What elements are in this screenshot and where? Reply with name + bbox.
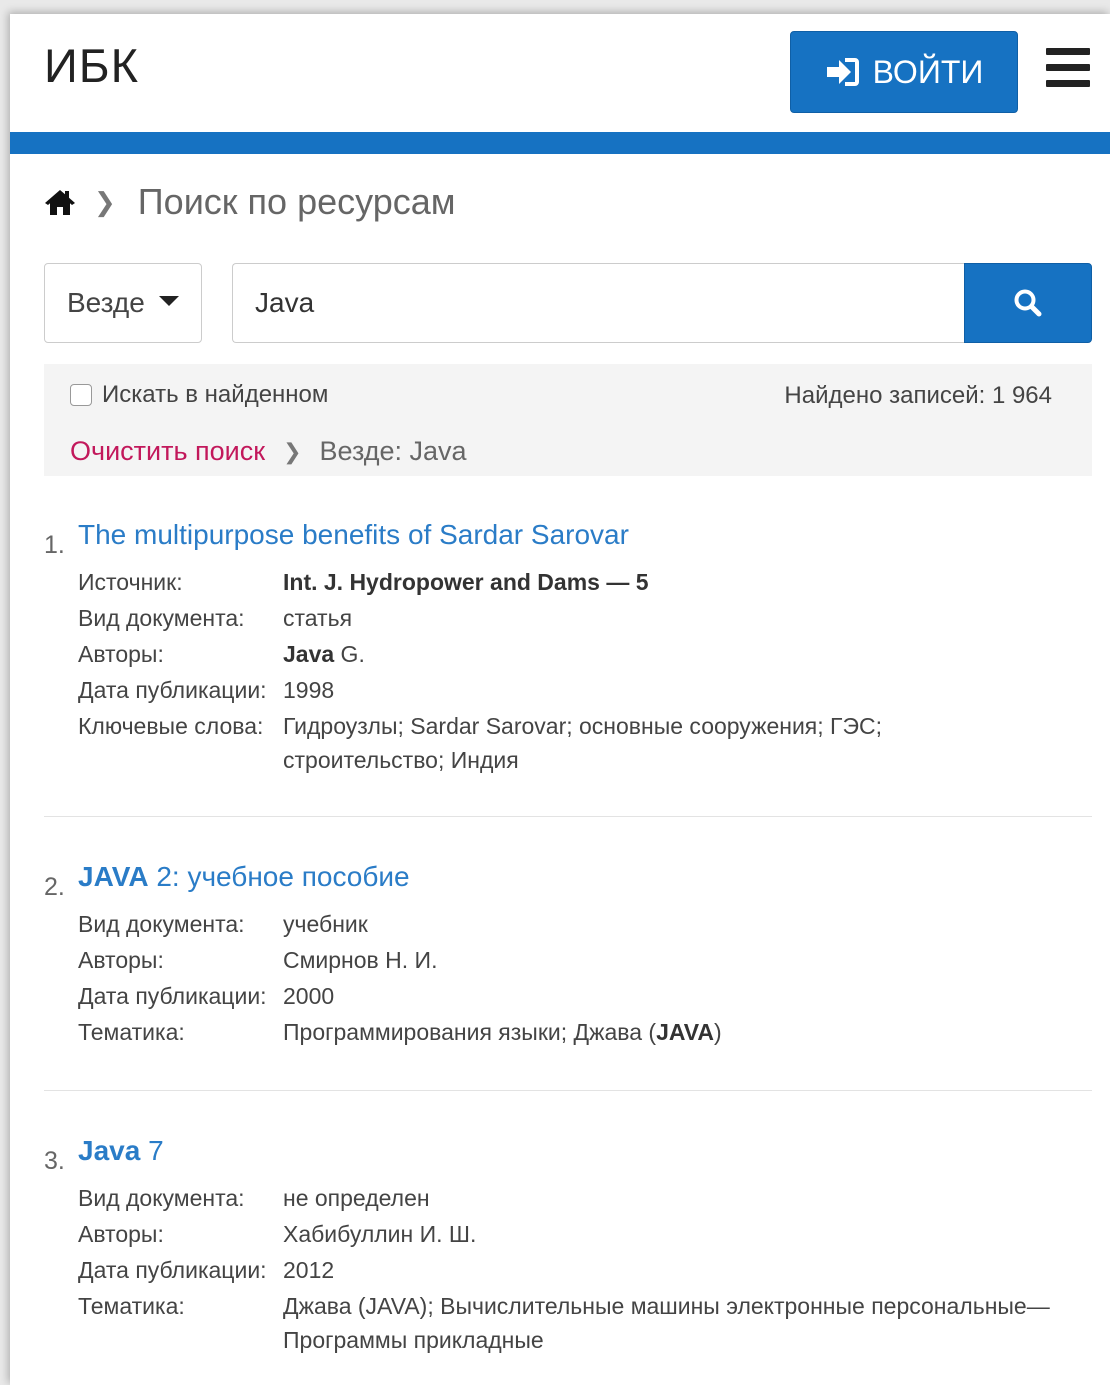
meta-pub-date: 2000: [283, 983, 335, 1009]
clear-search-link[interactable]: Очистить поиск: [70, 436, 265, 467]
meta-label: Дата публикации:: [78, 1257, 267, 1283]
result-title-link[interactable]: JAVA 2: учебное пособие: [78, 861, 410, 893]
meta-label: Тематика:: [78, 1293, 185, 1319]
site-logo[interactable]: ИБК: [44, 38, 139, 93]
home-icon[interactable]: [44, 188, 76, 216]
meta-label: Авторы:: [78, 947, 164, 973]
result-divider: [44, 1090, 1092, 1091]
result-title-highlight: JAVA: [78, 861, 149, 892]
meta-doc-type: не определен: [283, 1185, 430, 1211]
result-title-rest: 7: [140, 1135, 164, 1166]
search-icon: [1014, 289, 1042, 317]
meta-label: Вид документа:: [78, 911, 245, 937]
meta-keywords-line1: Гидроузлы; Sardar Sarovar; основные соор…: [283, 713, 883, 739]
meta-authors: Хабибуллин И. Ш.: [283, 1221, 477, 1247]
hamburger-menu-icon[interactable]: [1046, 48, 1092, 88]
meta-author-rest: G.: [334, 641, 365, 667]
meta-subject-highlight: JAVA: [656, 1019, 715, 1045]
result-title-rest: 2: учебное пособие: [148, 861, 410, 892]
login-button[interactable]: ВОЙТИ: [790, 31, 1018, 113]
meta-keywords-line2: строительство; Индия: [283, 747, 519, 773]
meta-doc-type: статья: [283, 605, 353, 631]
search-button[interactable]: [964, 263, 1092, 343]
caret-down-icon: [159, 296, 179, 306]
meta-subject-pre: Программирования языки; Джава (: [283, 1019, 657, 1045]
sign-in-icon: [826, 58, 859, 86]
search-scope-dropdown[interactable]: Везде: [44, 263, 202, 343]
result-metadata: Вид документа: учебник Авторы: Смирнов Н. …: [78, 907, 1078, 1051]
filter-separator: ❯: [283, 438, 302, 464]
result-title-highlight: Java: [78, 1135, 141, 1166]
meta-pub-date: 2012: [283, 1257, 335, 1283]
meta-label: Тематика:: [78, 1019, 185, 1045]
meta-subject-post: ): [714, 1019, 722, 1045]
meta-label: Вид документа:: [78, 605, 245, 631]
filter-panel: Искать в найденном Найдено записей: 1 96…: [44, 364, 1092, 476]
page-title: Поиск по ресурсам: [137, 181, 456, 222]
result-title-link[interactable]: The multipurpose benefits of Sardar Saro…: [78, 519, 629, 551]
result-number: 2.: [44, 873, 65, 901]
login-label: ВОЙТИ: [872, 53, 984, 90]
result-metadata: Вид документа: не определен Авторы: Хабибу…: [78, 1181, 1078, 1359]
page-frame: ИБК ВОЙТИ ❯ Поиск по ресурсам Везде Java…: [10, 14, 1110, 1385]
search-input[interactable]: [232, 263, 966, 343]
meta-authors: Смирнов Н. И.: [283, 947, 438, 973]
meta-author-highlight: Java: [283, 641, 335, 667]
breadcrumb-separator: ❯: [94, 186, 116, 217]
meta-label: Вид документа:: [78, 1185, 245, 1211]
result-divider: [44, 816, 1092, 817]
result-title-link[interactable]: Java 7: [78, 1135, 164, 1167]
search-in-found-label[interactable]: Искать в найденном: [102, 381, 328, 409]
search-scope-value: Везде: [67, 287, 145, 318]
meta-pub-date: 1998: [283, 677, 335, 703]
header-accent-bar: [10, 132, 1110, 154]
search-in-found-option: Искать в найденном: [70, 381, 328, 409]
breadcrumb: ❯ Поиск по ресурсам: [44, 179, 456, 225]
search-in-found-checkbox[interactable]: [70, 384, 92, 406]
meta-label: Авторы:: [78, 641, 164, 667]
results-count: Найдено записей: 1 964: [784, 382, 1052, 409]
current-query: Везде: Java: [319, 436, 467, 466]
meta-label: Источник:: [78, 569, 183, 595]
meta-label: Дата публикации:: [78, 677, 267, 703]
header: ИБК ВОЙТИ: [10, 14, 1110, 134]
result-number: 3.: [44, 1147, 65, 1175]
meta-label: Ключевые слова:: [78, 713, 264, 739]
meta-subject-line1: Джава (JAVA); Вычислительные машины элек…: [283, 1293, 1050, 1319]
active-filters: Очистить поиск ❯ Везде: Java: [70, 436, 467, 467]
result-number: 1.: [44, 531, 65, 559]
meta-doc-type: учебник: [283, 911, 368, 937]
meta-subject-line2: Программы прикладные: [283, 1327, 544, 1353]
meta-source: Int. J. Hydropower and Dams — 5: [283, 569, 649, 595]
meta-label: Дата публикации:: [78, 983, 267, 1009]
meta-label: Авторы:: [78, 1221, 164, 1247]
result-metadata: Источник: Int. J. Hydropower and Dams — 5…: [78, 565, 1078, 779]
